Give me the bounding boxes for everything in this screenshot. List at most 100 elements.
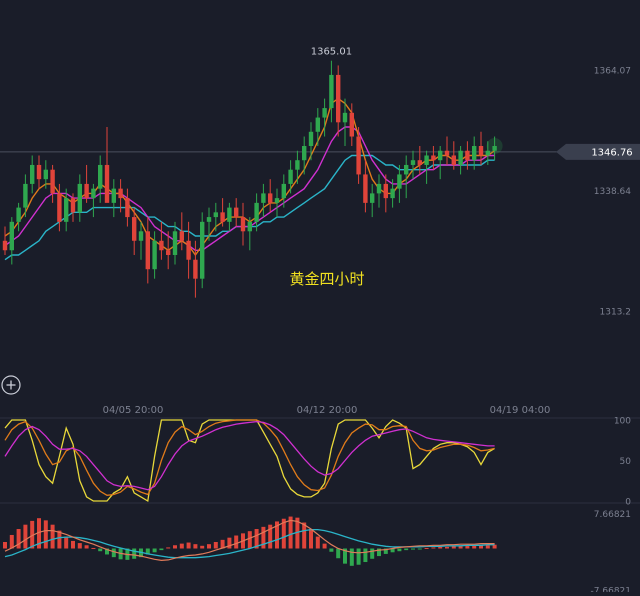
macd-bar-34 (234, 535, 239, 549)
macd-bar-25 (173, 545, 177, 549)
candle-body-6 (43, 169, 48, 180)
candle-body-60 (410, 160, 416, 165)
candle-body-3 (23, 183, 28, 208)
candle-body-4 (30, 164, 35, 184)
candle-body-20 (138, 231, 144, 241)
candle-body-18 (125, 198, 130, 218)
candle-body-10 (70, 198, 76, 213)
candle-body-56 (383, 183, 388, 199)
candle-body-12 (84, 183, 89, 199)
candle-body-48 (329, 74, 334, 109)
candle-body-47 (322, 108, 327, 118)
candle-body-49 (336, 74, 341, 123)
candle-body-14 (98, 164, 103, 189)
macd-bar-12 (84, 545, 89, 549)
macd-bar-49 (336, 548, 341, 559)
candle-body-53 (363, 174, 368, 203)
candle-body-16 (111, 188, 116, 203)
macd-bar-30 (207, 544, 211, 549)
candle-body-33 (227, 207, 232, 222)
macd-bar-45 (309, 529, 313, 549)
macd-bar-46 (315, 536, 320, 549)
macd-bar-27 (186, 542, 191, 549)
y-tick-label-2: 1338.64 (594, 187, 631, 197)
candle-body-57 (390, 188, 395, 199)
x-tick-label-1: 04/05 20:00 (103, 405, 164, 416)
candle-body-35 (240, 217, 246, 232)
candle-body-17 (118, 188, 123, 199)
candle-body-1 (9, 221, 14, 251)
macd-bar-14 (98, 548, 103, 552)
macd-bar-69 (472, 545, 477, 549)
macd-bar-58 (397, 548, 402, 552)
macd-bar-36 (247, 531, 252, 549)
macd-y-tick-2: -7.66821 (591, 587, 631, 593)
candle-body-66 (451, 155, 456, 165)
candle-body-28 (193, 259, 198, 279)
macd-bar-9 (64, 536, 69, 549)
candle-body-36 (247, 221, 252, 232)
x-tick-label-3: 04/19 04:00 (490, 405, 551, 416)
macd-bar-31 (213, 542, 218, 549)
candle-body-27 (186, 240, 191, 260)
macd-bar-10 (71, 540, 75, 549)
candle-body-45 (308, 131, 314, 147)
macd-bar-68 (465, 545, 470, 549)
candle-body-11 (77, 183, 82, 213)
macd-bar-65 (445, 546, 449, 549)
macd-bar-7 (50, 524, 55, 549)
macd-bar-3 (23, 524, 28, 549)
candle-body-40 (274, 198, 280, 203)
candle-body-55 (376, 183, 382, 194)
macd-bar-22 (152, 548, 157, 553)
macd-bar-66 (451, 546, 456, 549)
kdj-y-tick-1: 100 (614, 417, 631, 427)
candle-body-67 (458, 150, 463, 165)
chart-title: 黄金四小时 (289, 270, 364, 288)
macd-bar-19 (132, 548, 137, 559)
candle-body-70 (478, 146, 484, 156)
candle-body-37 (254, 202, 259, 222)
macd-bar-63 (431, 547, 436, 549)
macd-bar-54 (370, 548, 375, 559)
macd-bar-26 (179, 543, 184, 549)
candle-body-19 (132, 217, 137, 241)
macd-bar-23 (159, 548, 164, 551)
candle-body-69 (472, 146, 477, 161)
macd-bar-29 (200, 545, 205, 549)
candle-body-21 (145, 231, 150, 270)
candle-body-39 (268, 193, 273, 203)
chart-stage: 1364.07 1338.64 1313.2 1365.01 1346.76 黄金四… (0, 0, 640, 596)
candle-body-7 (50, 169, 55, 194)
candle-body-22 (152, 240, 157, 270)
macd-bar-71 (485, 545, 490, 549)
candle-body-43 (295, 160, 300, 170)
macd-bar-24 (166, 547, 171, 549)
macd-bar-1 (9, 534, 14, 549)
candle-body-54 (370, 193, 375, 203)
macd-bar-16 (111, 548, 116, 558)
candle-body-63 (431, 155, 436, 161)
candle-body-29 (200, 221, 205, 279)
macd-bar-62 (424, 547, 429, 549)
candle-body-31 (213, 212, 218, 218)
candle-body-50 (342, 112, 348, 123)
macd-bar-6 (43, 520, 48, 549)
candle-body-30 (206, 217, 212, 222)
candle-body-61 (417, 160, 422, 165)
macd-bar-47 (322, 543, 327, 549)
y-tick-label-1: 1364.07 (594, 66, 631, 76)
candle-body-44 (302, 146, 307, 161)
x-tick-label-2: 04/12 20:00 (297, 405, 358, 416)
macd-bar-48 (329, 548, 334, 552)
macd-bar-64 (438, 546, 443, 549)
candle-body-24 (166, 250, 171, 255)
macd-bar-53 (363, 548, 368, 563)
y-tick-label-3: 1313.2 (600, 307, 632, 317)
current-price-label: 1346.76 (591, 147, 632, 158)
candle-body-0 (2, 240, 8, 251)
candle-body-64 (438, 150, 443, 161)
candle-body-62 (424, 155, 429, 165)
candle-body-41 (281, 183, 286, 199)
candle-body-2 (16, 207, 21, 222)
